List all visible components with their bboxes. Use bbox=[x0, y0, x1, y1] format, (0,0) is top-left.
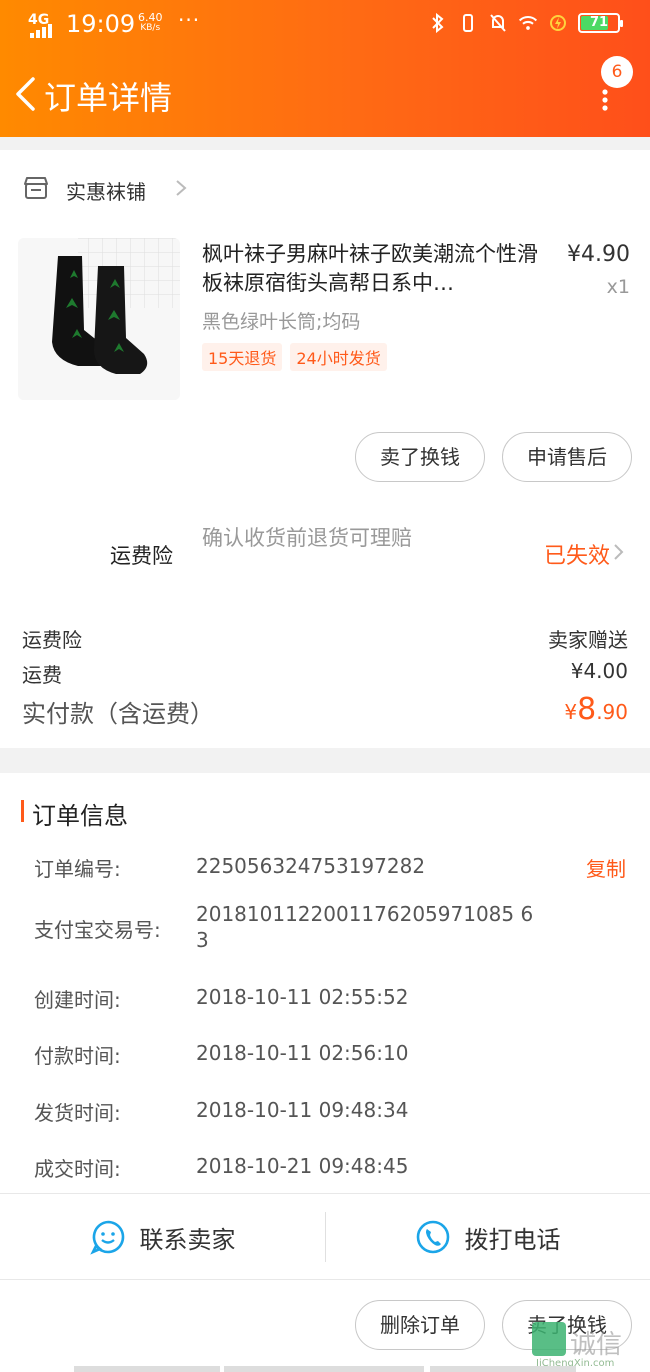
summary-insurance-value: 卖家赠送 bbox=[548, 628, 628, 652]
call-label: 拨打电话 bbox=[464, 1225, 561, 1254]
insurance-desc: 确认收货前退货可理赔 bbox=[202, 526, 412, 550]
nav-indicator bbox=[430, 1366, 576, 1372]
product-title[interactable]: 枫叶袜子男麻叶袜子欧美潮流个性滑板袜原宿街头高帮日系中… bbox=[202, 240, 538, 298]
app-header: 4G 19:09 6.40 KB/s ··· 71 订单详情 6 bbox=[0, 0, 650, 137]
nav-indicator bbox=[224, 1366, 424, 1372]
alipay-value: 2018101122001176205971085 63 bbox=[196, 902, 534, 952]
copy-button[interactable]: 复制 bbox=[586, 853, 626, 882]
watermark-logo: 诚信 JiChengXin.com bbox=[532, 1322, 648, 1370]
product-qty: x1 bbox=[606, 276, 630, 298]
insurance-status[interactable]: 已失效 bbox=[544, 538, 610, 570]
tag-return: 15天退货 bbox=[202, 343, 283, 371]
alipay-label: 支付宝交易号: bbox=[34, 918, 161, 942]
completed-label: 成交时间: bbox=[34, 1157, 121, 1181]
chevron-right-icon[interactable] bbox=[612, 542, 625, 562]
section-title: 订单信息 bbox=[32, 802, 128, 830]
order-info-card: 订单信息 订单编号: 225056324753197282 复制 支付宝交易号:… bbox=[0, 773, 650, 1193]
network-speed: 6.40 KB/s bbox=[138, 11, 163, 33]
summary-insurance-label: 运费险 bbox=[22, 628, 82, 652]
back-arrow-icon[interactable] bbox=[12, 76, 38, 112]
chevron-right-icon[interactable] bbox=[174, 178, 188, 198]
tag-shipping: 24小时发货 bbox=[290, 343, 387, 371]
more-vertical-icon[interactable] bbox=[598, 88, 612, 112]
insurance-label: 运费险 bbox=[110, 544, 173, 568]
message-badge[interactable]: 6 bbox=[601, 56, 633, 88]
phone-icon bbox=[416, 1220, 449, 1254]
contact-seller-button[interactable]: 联系卖家 bbox=[0, 1194, 325, 1280]
signal-icon bbox=[30, 24, 52, 38]
created-label: 创建时间: bbox=[34, 988, 121, 1012]
wifi-icon bbox=[518, 12, 538, 34]
order-number-value: 225056324753197282 bbox=[196, 854, 426, 878]
status-bar: 4G 19:09 6.40 KB/s ··· 71 bbox=[0, 0, 650, 50]
order-number-label: 订单编号: bbox=[34, 857, 121, 881]
order-item-card: 实惠袜铺 枫叶袜子男麻叶袜子欧美潮流个性滑板袜原宿街头高帮日系中… ¥4.90 … bbox=[0, 150, 650, 748]
status-more-icon: ··· bbox=[178, 8, 201, 32]
call-button[interactable]: 拨打电话 bbox=[325, 1194, 650, 1280]
contact-bar: 联系卖家 拨打电话 bbox=[0, 1193, 650, 1279]
summary-shipping-value: ¥4.00 bbox=[570, 659, 628, 683]
clock: 19:09 bbox=[66, 10, 136, 38]
shop-icon bbox=[24, 177, 48, 199]
mute-bell-icon bbox=[488, 12, 508, 34]
delete-order-button[interactable]: 删除订单 bbox=[355, 1300, 485, 1350]
after-sale-button[interactable]: 申请售后 bbox=[502, 432, 632, 482]
shipped-value: 2018-10-11 09:48:34 bbox=[196, 1098, 409, 1122]
section-accent-bar bbox=[21, 800, 24, 822]
sell-button[interactable]: 卖了换钱 bbox=[355, 432, 485, 482]
bluetooth-icon bbox=[428, 12, 448, 34]
paid-label: 付款时间: bbox=[34, 1044, 121, 1068]
product-image[interactable] bbox=[18, 238, 180, 400]
vibrate-icon bbox=[458, 12, 478, 34]
completed-value: 2018-10-21 09:48:45 bbox=[196, 1154, 409, 1178]
nav-indicator bbox=[74, 1366, 220, 1372]
created-value: 2018-10-11 02:55:52 bbox=[196, 985, 409, 1009]
page-title: 订单详情 bbox=[44, 79, 173, 117]
battery-icon: 71 bbox=[578, 13, 623, 33]
total-amount: ¥8.90 bbox=[564, 692, 628, 727]
product-price: ¥4.90 bbox=[567, 242, 630, 267]
summary-shipping-label: 运费 bbox=[22, 663, 62, 687]
product-sku: 黑色绿叶长筒;均码 bbox=[202, 311, 361, 333]
paid-value: 2018-10-11 02:56:10 bbox=[196, 1041, 409, 1065]
chat-smile-icon bbox=[89, 1220, 124, 1255]
contact-seller-label: 联系卖家 bbox=[139, 1225, 236, 1254]
total-label: 实付款（含运费） bbox=[22, 700, 214, 728]
charging-icon bbox=[548, 12, 568, 34]
shipped-label: 发货时间: bbox=[34, 1101, 121, 1125]
shop-name[interactable]: 实惠袜铺 bbox=[66, 176, 146, 205]
